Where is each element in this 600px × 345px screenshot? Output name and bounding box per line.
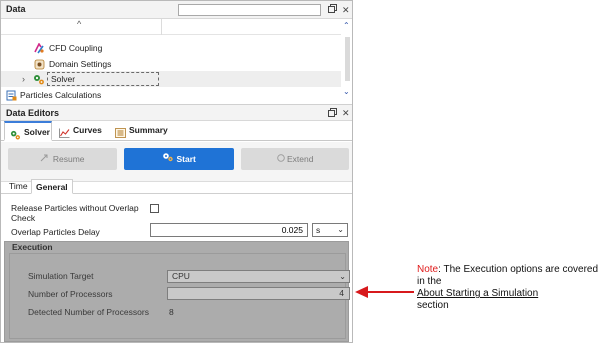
about-starting-simulation-link[interactable]: About Starting a Simulation (417, 288, 538, 299)
tree-column-header[interactable]: ^ (1, 19, 341, 35)
resume-label: Resume (52, 154, 85, 164)
tab-general[interactable]: General (31, 179, 73, 194)
execution-group: Execution Simulation Target CPU ⌄ Number… (4, 241, 350, 342)
tree-item-solver[interactable]: › Solver (1, 71, 341, 87)
overlap-delay-input[interactable] (150, 223, 308, 237)
start-label: Start (176, 154, 196, 164)
tree-item-domain-settings[interactable]: Domain Settings (1, 56, 341, 72)
simulation-target-value: CPU (172, 271, 190, 281)
scroll-down-icon[interactable]: ⌄ (343, 87, 350, 96)
data-panel-title: Data (6, 4, 26, 14)
domain-settings-icon (34, 59, 45, 70)
release-particles-label: Release Particles without Overlap Check (11, 203, 139, 223)
simulation-target-select[interactable]: CPU ⌄ (167, 270, 350, 283)
simulation-actions: Resume Start Extend (1, 142, 352, 182)
note-tag: Note (417, 264, 439, 275)
start-button[interactable]: Start (124, 148, 234, 170)
start-icon (162, 153, 176, 164)
extend-icon (276, 154, 287, 164)
delay-unit-select[interactable]: s ⌄ (312, 223, 348, 237)
tree-item-particles-calculations[interactable]: Particles Calculations (1, 87, 341, 103)
scrollbar-thumb[interactable] (345, 37, 350, 81)
data-editors-header: Data Editors ✕ (1, 104, 352, 121)
tree-item-label: Particles Calculations (20, 90, 102, 100)
tree-item-label: Domain Settings (49, 59, 112, 69)
execution-note: Note: The Execution options are covered … (417, 264, 600, 312)
tab-label: Summary (129, 125, 168, 135)
number-of-processors-input[interactable]: 4 (167, 287, 350, 300)
tab-time[interactable]: Time (5, 179, 32, 194)
float-window-icon[interactable] (328, 108, 337, 120)
curves-icon (59, 126, 70, 138)
data-panel-header: Data ✕ (1, 1, 352, 19)
extend-label: Extend (286, 154, 314, 164)
execution-title: Execution (12, 242, 53, 252)
delay-unit-value: s (316, 225, 321, 235)
data-search-input[interactable] (178, 4, 321, 16)
editor-tabs: Solver Curves Summary (1, 121, 352, 141)
sort-caret-icon[interactable]: ^ (77, 19, 81, 29)
close-icon[interactable]: ✕ (342, 4, 350, 16)
chevron-right-icon[interactable]: › (22, 71, 25, 87)
solver-icon (33, 74, 44, 85)
simulation-target-label: Simulation Target (28, 271, 94, 281)
tree-item-cfd-coupling[interactable]: CFD Coupling (1, 40, 341, 56)
tree-item-label: Solver (47, 72, 159, 86)
tab-curves[interactable]: Curves (59, 121, 111, 141)
arrow-left-icon (355, 286, 414, 298)
tab-label: Solver (24, 127, 50, 137)
extend-button[interactable]: Extend (241, 148, 349, 170)
detected-processors-value: 8 (169, 307, 174, 317)
column-separator[interactable] (161, 19, 162, 35)
float-window-icon[interactable] (328, 4, 337, 16)
data-tree: ^ CFD Coupling Domain Settings › Solver (1, 19, 352, 101)
tab-label: Curves (73, 125, 102, 135)
chevron-down-icon: ⌄ (337, 225, 344, 234)
close-icon[interactable]: ✕ (342, 107, 350, 119)
tab-solver[interactable]: Solver (4, 121, 52, 141)
resume-button[interactable]: Resume (8, 148, 117, 170)
particles-calculations-icon (6, 90, 17, 101)
tree-item-label: CFD Coupling (49, 43, 103, 53)
summary-icon (115, 126, 126, 138)
scroll-up-icon[interactable]: ⌃ (343, 21, 350, 30)
data-editors-title: Data Editors (6, 108, 60, 118)
release-particles-checkbox[interactable] (150, 204, 159, 213)
note-text: The Execution options are covered in the (417, 264, 599, 287)
tree-scrollbar[interactable]: ⌃ ⌄ (342, 19, 352, 101)
chevron-down-icon: ⌄ (339, 272, 346, 281)
solver-subtabs: Time General (1, 179, 352, 194)
solver-icon (10, 128, 20, 140)
data-editor-window: Data ✕ ^ CFD Coupling Domain Settings › (0, 0, 353, 343)
execution-frame: Simulation Target CPU ⌄ Number of Proces… (9, 253, 350, 339)
cfd-coupling-icon (34, 42, 44, 54)
resume-icon (40, 154, 52, 164)
note-text-end: section (417, 300, 449, 311)
number-of-processors-label: Number of Processors (28, 289, 113, 299)
overlap-delay-label: Overlap Particles Delay (11, 227, 100, 237)
tab-summary[interactable]: Summary (115, 121, 177, 141)
detected-processors-label: Detected Number of Processors (28, 307, 149, 317)
